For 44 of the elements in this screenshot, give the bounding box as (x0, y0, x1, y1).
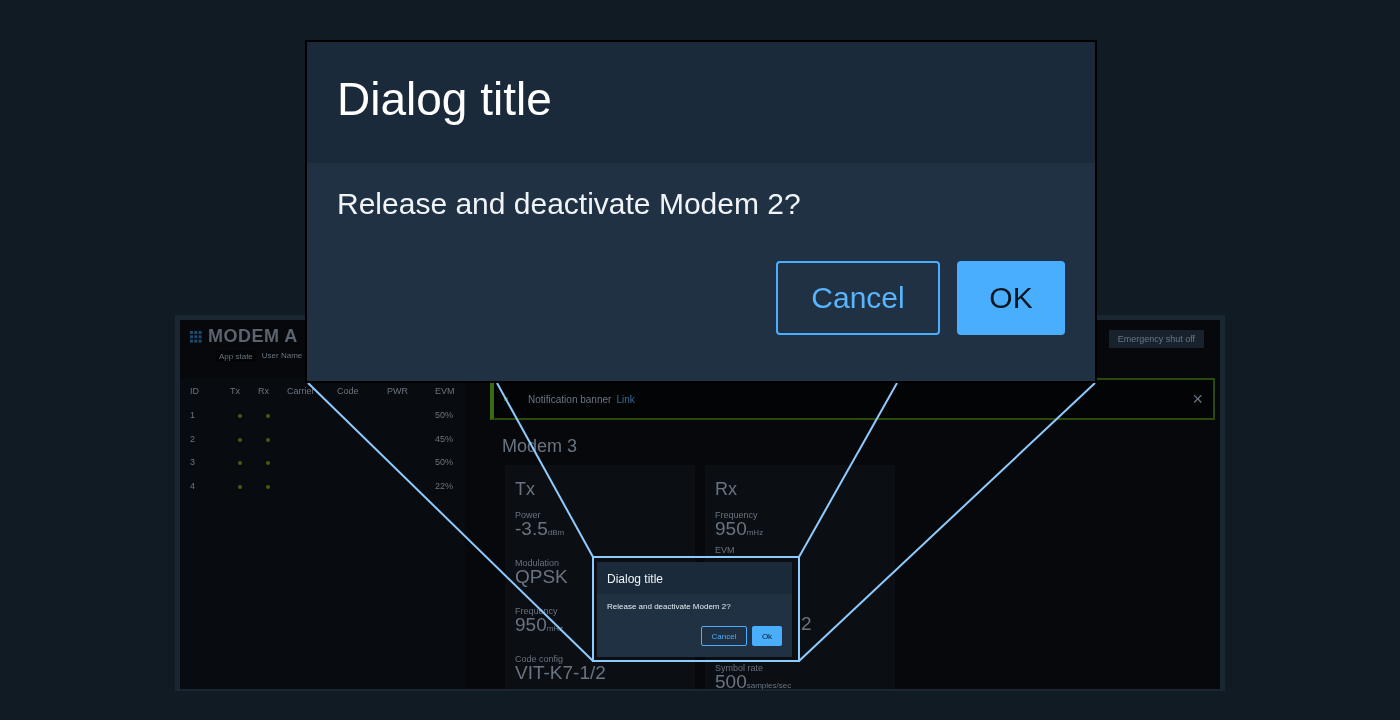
ok-button[interactable]: Ok (752, 626, 782, 646)
column-header: Rx (258, 386, 270, 398)
field-label: Symbol rate (715, 663, 764, 673)
user-name: User Name (261, 351, 303, 362)
app-grid-icon[interactable] (190, 330, 202, 343)
table-cell-text: 22% (435, 480, 454, 493)
dialog-title: Dialog title (597, 562, 792, 594)
card-title: Rx (715, 479, 738, 500)
table-cell-text: 3 (190, 457, 196, 469)
ok-button[interactable]: OK (957, 261, 1065, 335)
table-cell-text: 50% (435, 457, 454, 469)
column-header: EVM (435, 386, 456, 398)
column-header: Carrier (287, 386, 316, 398)
field-label: EVM (715, 545, 735, 555)
table-cell-text: 50% (435, 410, 454, 422)
field-label: Power (515, 510, 541, 520)
app-state: App state (216, 351, 256, 362)
table-cell-text: 2 (190, 433, 196, 446)
field-value: 500samples/sec (715, 674, 792, 689)
banner-link[interactable]: Link (616, 393, 635, 405)
field-label: Code config (515, 654, 564, 664)
column-header: ID (190, 386, 200, 398)
column-header: Tx (230, 386, 241, 398)
cancel-button[interactable]: Cancel (776, 261, 940, 335)
column-header: Code (337, 386, 360, 398)
emergency-button[interactable]: Emergency shut off (1108, 330, 1204, 348)
dialog-message: Release and deactivate Modem 2? (337, 187, 802, 221)
field-label: Frequency (715, 510, 758, 520)
table-cell-text: 4 (190, 480, 196, 493)
field-value: VIT-K7-1/2 (515, 665, 606, 680)
field-value: -3.5dBm (515, 521, 565, 537)
field-value: 2 (801, 616, 812, 631)
card-title: Tx (515, 479, 536, 500)
app-title: MODEM A (208, 326, 298, 347)
table-cell-text: 45% (435, 433, 454, 446)
cancel-button[interactable]: Cancel (701, 626, 747, 646)
dialog-message: Release and deactivate Modem 2? (607, 602, 732, 611)
column-header: PWR (387, 386, 409, 398)
field-value: 950mHz (715, 521, 764, 537)
dialog-title: Dialog title (307, 42, 1095, 163)
close-button[interactable]: × (1192, 388, 1203, 410)
banner-text: Notification banner (528, 393, 612, 405)
field-label: Modulation (515, 558, 560, 568)
table-cell-text: 1 (190, 410, 196, 422)
